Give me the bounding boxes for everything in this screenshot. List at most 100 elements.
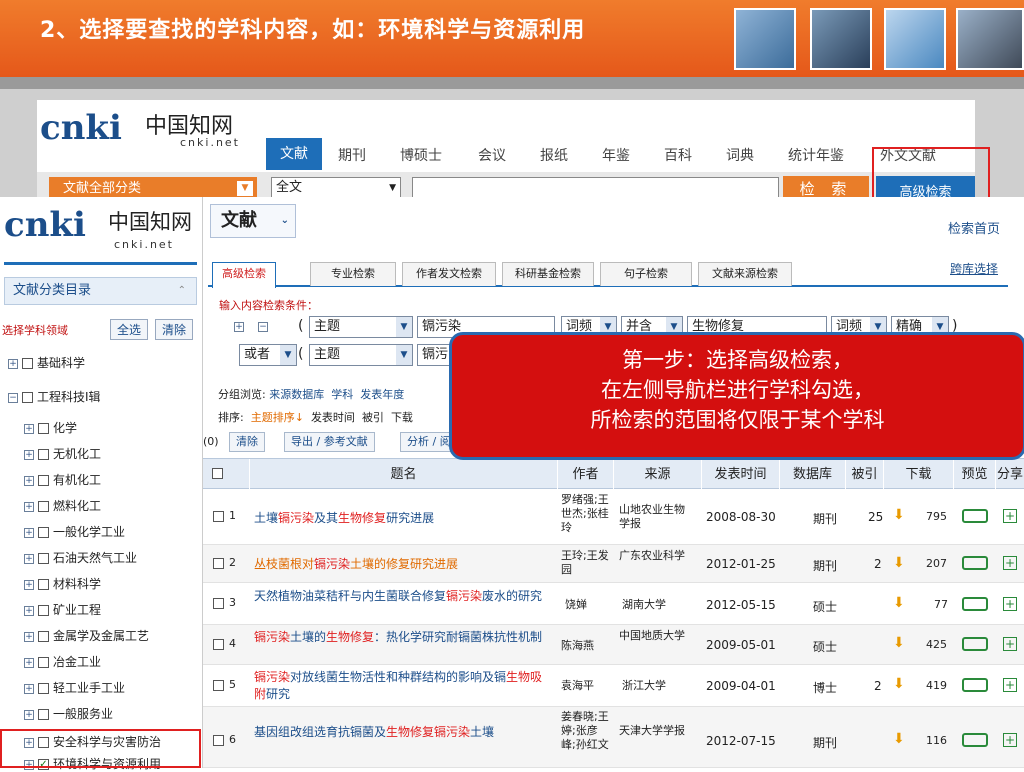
nav-tab-newspapers[interactable]: 报纸 xyxy=(540,145,568,165)
checkbox[interactable] xyxy=(38,579,49,590)
row-title[interactable]: 土壤镉污染及其生物修复研究进展 xyxy=(254,510,546,527)
expand-icon[interactable]: + xyxy=(8,358,18,369)
select-all-button[interactable]: 全选 xyxy=(110,319,149,340)
row-checkbox[interactable] xyxy=(213,511,224,522)
row-checkbox[interactable] xyxy=(213,680,224,691)
expand-icon[interactable]: + xyxy=(24,527,34,538)
add-row-icon[interactable]: + xyxy=(234,322,244,332)
download-icon[interactable]: ⬇ xyxy=(893,677,907,691)
field-select-2[interactable]: 主题 ▼ xyxy=(309,344,413,366)
download-icon[interactable]: ⬇ xyxy=(893,636,907,650)
clear-button[interactable]: 清除 xyxy=(155,319,194,340)
expand-icon[interactable]: + xyxy=(24,657,34,668)
col-preview[interactable]: 预览 xyxy=(953,459,995,490)
sidebar-item-fuel[interactable]: + 燃料化工 xyxy=(24,497,101,514)
sidebar-item-organic[interactable]: + 有机化工 xyxy=(24,471,101,488)
clear-selection-button[interactable]: 清除 xyxy=(229,432,265,452)
checkbox[interactable] xyxy=(38,527,49,538)
share-plus-icon[interactable]: + xyxy=(1003,733,1017,747)
preview-book-icon[interactable] xyxy=(962,556,988,570)
row-source[interactable]: 天津大学学报 xyxy=(619,724,693,738)
row-checkbox[interactable] xyxy=(213,598,224,609)
row-checkbox[interactable] xyxy=(213,558,224,569)
expand-icon[interactable]: + xyxy=(24,709,34,720)
checkbox[interactable] xyxy=(38,501,49,512)
nav-tab-documents[interactable]: 文献 xyxy=(266,138,322,170)
row-author[interactable]: 罗绪强;王世杰;张桂玲 xyxy=(561,493,611,535)
expand-icon[interactable]: + xyxy=(24,501,34,512)
row-author[interactable]: 饶婵 xyxy=(565,598,587,612)
tab-sentence-search[interactable]: 句子检索 xyxy=(600,262,692,286)
row-source[interactable]: 山地农业生物学报 xyxy=(619,503,693,531)
col-cited[interactable]: 被引 xyxy=(845,459,883,490)
sidebar-item-smelting[interactable]: + 冶金工业 xyxy=(24,653,101,670)
row-title[interactable]: 镉污染土壤的生物修复：热化学研究耐镉菌株抗性机制 xyxy=(254,629,546,646)
search-input[interactable] xyxy=(412,177,779,199)
row-checkbox[interactable] xyxy=(213,639,224,650)
col-source[interactable]: 来源 xyxy=(613,459,701,490)
checkbox[interactable] xyxy=(38,553,49,564)
cross-database-link[interactable]: 跨库选择 xyxy=(950,260,998,277)
share-plus-icon[interactable]: + xyxy=(1003,637,1017,651)
expand-icon[interactable]: + xyxy=(24,449,34,460)
row-cited[interactable]: 2 xyxy=(874,557,882,571)
preview-book-icon[interactable] xyxy=(962,637,988,651)
sidebar-item-basic-science[interactable]: + 基础科学 xyxy=(8,354,85,371)
preview-book-icon[interactable] xyxy=(962,678,988,692)
col-database[interactable]: 数据库 xyxy=(779,459,845,490)
sidebar-item-light-industry[interactable]: + 轻工业手工业 xyxy=(24,679,125,696)
download-icon[interactable]: ⬇ xyxy=(893,732,907,746)
sidebar-item-petroleum[interactable]: + 石油天然气工业 xyxy=(24,549,137,566)
browse-subject[interactable]: 学科 xyxy=(331,388,353,401)
row-title[interactable]: 基因组改组选育抗镉菌及生物修复镉污染土壤 xyxy=(254,724,546,741)
row-cited[interactable]: 25 xyxy=(868,510,883,524)
sort-date[interactable]: 发表时间 xyxy=(311,411,355,424)
row-source[interactable]: 广东农业科学 xyxy=(619,549,693,563)
cnki-logo[interactable]: cnki xyxy=(40,108,122,148)
nav-tab-encyclopedia[interactable]: 百科 xyxy=(664,145,692,165)
checkbox[interactable] xyxy=(38,449,49,460)
row-author[interactable]: 姜春晓;王婷;张彦峰;孙红文 xyxy=(561,710,611,752)
category-directory-header[interactable]: 文献分类目录 ⌃ xyxy=(4,277,197,305)
browse-year[interactable]: 发表年度 xyxy=(360,388,404,401)
row-title[interactable]: 天然植物油菜秸秆与内生菌联合修复镉污染废水的研究 xyxy=(254,588,546,605)
tab-author-search[interactable]: 作者发文检索 xyxy=(402,262,496,286)
sidebar-item-inorganic[interactable]: + 无机化工 xyxy=(24,445,101,462)
tab-professional-search[interactable]: 专业检索 xyxy=(310,262,396,286)
sort-downloads[interactable]: 下载 xyxy=(391,411,413,424)
collapse-icon[interactable]: − xyxy=(8,392,18,403)
expand-icon[interactable]: + xyxy=(24,631,34,642)
sidebar-item-materials[interactable]: + 材料科学 xyxy=(24,575,101,592)
sidebar-item-chemistry[interactable]: + 化学 xyxy=(24,419,77,436)
share-plus-icon[interactable]: + xyxy=(1003,678,1017,692)
col-downloads[interactable]: 下载 xyxy=(883,459,953,490)
search-home-link[interactable]: 检索首页 xyxy=(948,218,1000,237)
cnki-logo[interactable]: cnki xyxy=(4,205,86,245)
col-share[interactable]: 分享 xyxy=(995,459,1024,490)
checkbox[interactable] xyxy=(38,657,49,668)
checkbox[interactable] xyxy=(38,423,49,434)
share-plus-icon[interactable]: + xyxy=(1003,597,1017,611)
browse-source-db[interactable]: 来源数据库 xyxy=(269,388,324,401)
download-icon[interactable]: ⬇ xyxy=(893,596,907,610)
select-all-checkbox[interactable] xyxy=(212,468,223,479)
share-plus-icon[interactable]: + xyxy=(1003,509,1017,523)
checkbox[interactable] xyxy=(22,392,33,403)
checkbox[interactable] xyxy=(22,358,33,369)
download-icon[interactable]: ⬇ xyxy=(893,556,907,570)
row-author[interactable]: 袁海平 xyxy=(561,679,594,693)
nav-tab-dictionary[interactable]: 词典 xyxy=(726,145,754,165)
expand-icon[interactable]: + xyxy=(24,553,34,564)
checkbox[interactable] xyxy=(38,605,49,616)
logic-select-2[interactable]: 或者 ▼ xyxy=(239,344,297,366)
tab-fund-search[interactable]: 科研基金检索 xyxy=(502,262,594,286)
col-title[interactable]: 题名 xyxy=(249,459,557,490)
row-source[interactable]: 湖南大学 xyxy=(622,598,666,612)
expand-icon[interactable]: + xyxy=(24,683,34,694)
row-checkbox[interactable] xyxy=(213,735,224,746)
field-select[interactable]: 全文 ▼ xyxy=(271,177,401,199)
preview-book-icon[interactable] xyxy=(962,509,988,523)
sidebar-item-mining[interactable]: + 矿业工程 xyxy=(24,601,101,618)
nav-tab-theses[interactable]: 博硕士 xyxy=(400,145,442,165)
tab-source-search[interactable]: 文献来源检索 xyxy=(698,262,792,286)
